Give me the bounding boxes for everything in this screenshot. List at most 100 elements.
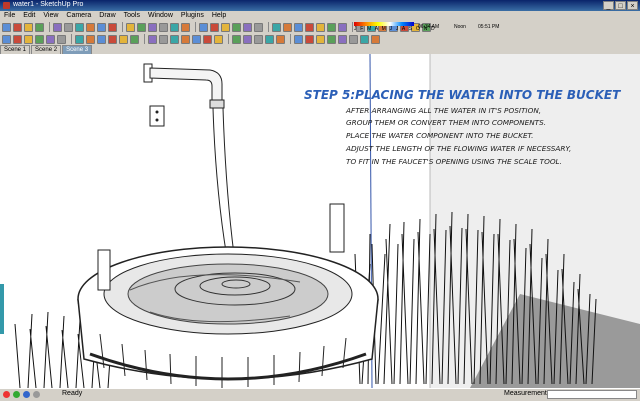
select-icon[interactable] [2, 22, 11, 32]
maximize-button[interactable]: □ [615, 1, 626, 10]
smoove-icon[interactable] [170, 34, 179, 44]
shaded-icon[interactable] [108, 34, 117, 44]
warehouse-icon[interactable] [243, 34, 252, 44]
offset-icon[interactable] [181, 22, 190, 32]
menu-camera[interactable]: Camera [66, 11, 91, 21]
help-icon[interactable] [33, 391, 40, 398]
hiddenline-icon[interactable] [97, 34, 106, 44]
eraser-icon[interactable] [35, 22, 44, 32]
left-icon[interactable] [57, 34, 66, 44]
tape-icon[interactable] [199, 22, 208, 32]
plugin-h-icon[interactable] [371, 34, 380, 44]
plugin-g-icon[interactable] [360, 34, 369, 44]
plugin-d-icon[interactable] [327, 34, 336, 44]
geo-location-icon[interactable] [3, 391, 10, 398]
textured-icon[interactable] [119, 34, 128, 44]
main-toolbar [0, 21, 640, 33]
measurements-input[interactable] [547, 390, 637, 399]
menu-window[interactable]: Window [148, 11, 173, 21]
extension-icon[interactable] [276, 34, 285, 44]
window-title: water1 - SketchUp Pro [13, 1, 84, 8]
arc-icon[interactable] [86, 22, 95, 32]
front-icon[interactable] [24, 34, 33, 44]
menu-plugins[interactable]: Plugins [181, 11, 204, 21]
title-bar: water1 - SketchUp Pro _ □ × [0, 0, 640, 11]
instruction-line-5: TO FIT IN THE FAUCET'S OPENING USING THE… [346, 157, 562, 166]
menu-file[interactable]: File [4, 11, 15, 21]
rotate-icon[interactable] [148, 22, 157, 32]
add-detail-icon[interactable] [203, 34, 212, 44]
instruction-line-2: GROUP THEM OR CONVERT THEM INTO COMPONEN… [346, 118, 547, 127]
plugin-c-icon[interactable] [316, 34, 325, 44]
shadow-settings: J F M A M J J A S O N D 06:34 AM Noon 05… [354, 21, 500, 33]
followme-icon[interactable] [159, 22, 168, 32]
plugin-a-icon[interactable] [294, 34, 303, 44]
status-text: Ready [62, 390, 83, 397]
plugin-b-icon[interactable] [305, 34, 314, 44]
pushpull-icon[interactable] [137, 22, 146, 32]
user-icon[interactable] [23, 391, 30, 398]
move-icon[interactable] [126, 22, 135, 32]
wireframe-icon[interactable] [86, 34, 95, 44]
time-noon: Noon [454, 24, 466, 30]
zoom-icon[interactable] [294, 22, 303, 32]
line-icon[interactable] [64, 22, 73, 32]
back-icon[interactable] [46, 34, 55, 44]
instruction-line-4: ADJUST THE LENGTH OF THE FLOWING WATER I… [346, 144, 572, 153]
zoom-extents-icon[interactable] [316, 22, 325, 32]
3dtext-icon[interactable] [254, 22, 263, 32]
circle-icon[interactable] [75, 22, 84, 32]
flip-edge-icon[interactable] [214, 34, 223, 44]
bucket-handle-left [97, 249, 111, 291]
sandbox-from-contours-icon[interactable] [148, 34, 157, 44]
tab-scene-3[interactable]: Scene 3 [62, 45, 93, 54]
menu-help[interactable]: Help [212, 11, 226, 21]
monochrome-icon[interactable] [130, 34, 139, 44]
plugin-f-icon[interactable] [349, 34, 358, 44]
polygon-icon[interactable] [97, 22, 106, 32]
component-icon[interactable] [13, 22, 22, 32]
bucket-handle-right [329, 203, 345, 253]
pan-icon[interactable] [283, 22, 292, 32]
scene-drawing [0, 54, 640, 388]
rectangle-icon[interactable] [53, 22, 62, 32]
next-view-icon[interactable] [338, 22, 347, 32]
wall-outlet [149, 105, 165, 127]
measurements-label: Measurements [504, 390, 551, 397]
menu-edit[interactable]: Edit [23, 11, 35, 21]
text-icon[interactable] [232, 22, 241, 32]
credits-icon[interactable] [13, 391, 20, 398]
orbit-icon[interactable] [272, 22, 281, 32]
minimize-button[interactable]: _ [603, 1, 614, 10]
freehand-icon[interactable] [108, 22, 117, 32]
layer-icon[interactable] [232, 34, 241, 44]
drape-icon[interactable] [192, 34, 201, 44]
protractor-icon[interactable] [221, 22, 230, 32]
xray-icon[interactable] [75, 34, 84, 44]
share-model-icon[interactable] [254, 34, 263, 44]
prev-view-icon[interactable] [327, 22, 336, 32]
tab-scene-1[interactable]: Scene 1 [0, 45, 31, 54]
status-bar: Ready Measurements [0, 388, 640, 401]
instruction-line-1: AFTER ARRANGING ALL THE WATER IN IT'S PO… [346, 106, 542, 115]
faucet [143, 63, 225, 109]
axes-icon[interactable] [243, 22, 252, 32]
menu-tools[interactable]: Tools [124, 11, 140, 21]
stamp-icon[interactable] [181, 34, 190, 44]
scale-icon[interactable] [170, 22, 179, 32]
step-title: STEP 5:PLACING THE WATER INTO THE BUCKET [304, 88, 621, 102]
zoom-window-icon[interactable] [305, 22, 314, 32]
right-icon[interactable] [35, 34, 44, 44]
menu-draw[interactable]: Draw [99, 11, 115, 21]
top-icon[interactable] [13, 34, 22, 44]
model-viewport[interactable]: STEP 5:PLACING THE WATER INTO THE BUCKET… [0, 54, 640, 388]
sandbox-from-scratch-icon[interactable] [159, 34, 168, 44]
component-share-icon[interactable] [265, 34, 274, 44]
paint-icon[interactable] [24, 22, 33, 32]
iso-icon[interactable] [2, 34, 11, 44]
dimension-icon[interactable] [210, 22, 219, 32]
tab-scene-2[interactable]: Scene 2 [31, 45, 62, 54]
close-button[interactable]: × [627, 1, 638, 10]
plugin-e-icon[interactable] [338, 34, 347, 44]
menu-view[interactable]: View [43, 11, 58, 21]
